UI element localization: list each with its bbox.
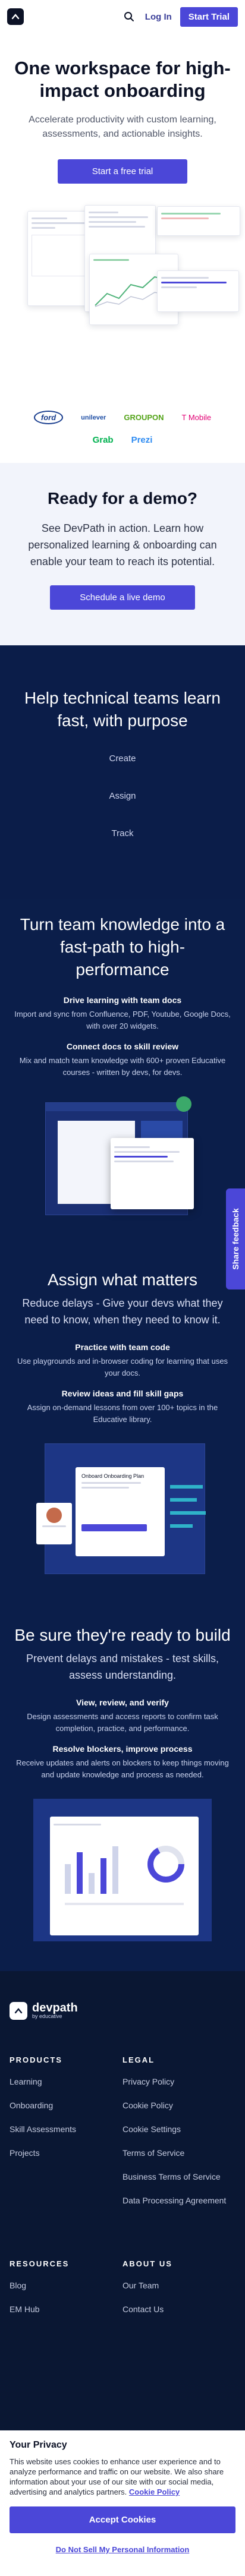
- do-not-sell-link[interactable]: Do Not Sell My Personal Information: [10, 2545, 235, 2554]
- assign-screenshot: Onboard Onboarding Plan: [36, 1443, 209, 1580]
- feature-text: Import and sync from Confluence, PDF, Yo…: [14, 1010, 231, 1030]
- reports-screenshot: [33, 1799, 212, 1947]
- tmobile-logo: T Mobile: [181, 413, 212, 422]
- footer-link-learning[interactable]: Learning: [10, 2075, 105, 2088]
- assign-subtitle: Reduce delays - Give your devs what they…: [22, 1297, 223, 1326]
- footer-link-terms[interactable]: Terms of Service: [122, 2146, 230, 2159]
- share-feedback-label: Share feedback: [231, 1208, 240, 1270]
- help-title: Help technical teams learn fast, with pu…: [24, 689, 221, 730]
- skill-bars: [170, 1485, 206, 1528]
- footer-link-onboarding[interactable]: Onboarding: [10, 2099, 105, 2112]
- footer-link-projects[interactable]: Projects: [10, 2146, 105, 2159]
- cookie-title: Your Privacy: [10, 2440, 67, 2450]
- ford-logo: ford: [33, 411, 64, 424]
- prezi-logo: Prezi: [131, 435, 153, 445]
- devpath-logo-icon: [10, 2002, 27, 2020]
- schedule-demo-button[interactable]: Schedule a live demo: [50, 585, 195, 610]
- track-section: Be sure they're ready to build Prevent d…: [0, 1598, 245, 1971]
- customer-logos: ford unilever GROUPON T Mobile Grab Prez…: [0, 389, 245, 463]
- feature-text: Receive updates and alerts on blockers t…: [16, 1758, 229, 1779]
- footer-columns: PRODUCTS Learning Onboarding Skill Asses…: [10, 2055, 235, 2218]
- footer-logo[interactable]: devpath by educative: [10, 2002, 235, 2020]
- help-teams-section: Help technical teams learn fast, with pu…: [0, 645, 245, 899]
- footer-columns: RESOURCES Blog EM Hub ABOUT US Our Team …: [10, 2259, 235, 2326]
- footer-link-privacy[interactable]: Privacy Policy: [122, 2075, 230, 2088]
- about-column: ABOUT US Our Team Contact Us: [122, 2259, 235, 2326]
- unilever-logo: unilever: [81, 414, 106, 421]
- feature-text: Use playgrounds and in-browser coding fo…: [17, 1357, 228, 1377]
- feature-heading: Connect docs to skill review: [66, 1042, 179, 1051]
- products-heading: PRODUCTS: [10, 2055, 62, 2064]
- search-icon[interactable]: [120, 8, 138, 26]
- hero-illustration: [19, 199, 240, 377]
- site-header: Log In Start Trial: [0, 0, 245, 33]
- resources-heading: RESOURCES: [10, 2259, 70, 2268]
- assign-button: [81, 1524, 147, 1531]
- site-footer: devpath by educative PRODUCTS Learning O…: [0, 1971, 245, 2439]
- ready-title: Be sure they're ready to build: [14, 1626, 231, 1644]
- assign-title: Assign what matters: [47, 1270, 198, 1289]
- demo-title: Ready for a demo?: [47, 489, 198, 507]
- footer-link-em-hub[interactable]: EM Hub: [10, 2303, 105, 2316]
- footer-link-dpa[interactable]: Data Processing Agreement: [122, 2194, 230, 2207]
- about-heading: ABOUT US: [122, 2259, 172, 2268]
- feature-heading: View, review, and verify: [76, 1698, 169, 1707]
- feature-tabs: Create Assign Track: [14, 753, 231, 838]
- report-chart-icon: [65, 1846, 184, 1905]
- hero-subtitle: Accelerate productivity with custom lear…: [29, 115, 216, 139]
- resources-column: RESOURCES Blog EM Hub: [10, 2259, 122, 2326]
- avatar: [46, 1508, 62, 1523]
- footer-link-contact[interactable]: Contact Us: [122, 2303, 230, 2316]
- footer-link-cookie-policy[interactable]: Cookie Policy: [122, 2099, 230, 2112]
- share-feedback-tab[interactable]: Share feedback: [226, 1188, 245, 1289]
- feature-heading: Resolve blockers, improve process: [52, 1744, 193, 1754]
- footer-brand: devpath: [32, 2001, 78, 2014]
- footer-link-cookie-settings[interactable]: Cookie Settings: [122, 2123, 230, 2136]
- assign-section: Assign what matters Reduce delays - Give…: [0, 1251, 245, 1598]
- feature-text: Mix and match team knowledge with 600+ p…: [19, 1056, 226, 1077]
- profile-card: [36, 1503, 72, 1544]
- products-column: PRODUCTS Learning Onboarding Skill Asses…: [10, 2055, 122, 2218]
- logo-chevron-icon: [11, 14, 20, 20]
- grab-logo: Grab: [92, 435, 114, 445]
- devpath-logo[interactable]: [7, 8, 24, 25]
- onboarding-plan-card: Onboard Onboarding Plan: [76, 1467, 165, 1556]
- hero-title: One workspace for high-impact onboarding: [14, 58, 231, 101]
- tab-create[interactable]: Create: [14, 753, 231, 764]
- report-card: [50, 1817, 199, 1935]
- feature-heading: Drive learning with team docs: [63, 995, 182, 1005]
- feature-text: Assign on-demand lessons from over 100+ …: [27, 1403, 218, 1424]
- docs-popup: [111, 1138, 194, 1209]
- start-trial-button[interactable]: Start Trial: [180, 7, 238, 27]
- legal-heading: LEGAL: [122, 2055, 155, 2064]
- create-title: Turn team knowledge into a fast-path to …: [20, 915, 225, 979]
- demo-text: See DevPath in action. Learn how persona…: [28, 522, 217, 567]
- progress-card: [157, 270, 239, 312]
- footer-link-our-team[interactable]: Our Team: [122, 2279, 230, 2292]
- login-link[interactable]: Log In: [145, 12, 172, 22]
- ready-subtitle: Prevent delays and mistakes - test skill…: [26, 1653, 219, 1681]
- hero-section: One workspace for high-impact onboarding…: [0, 33, 245, 389]
- accept-cookies-button[interactable]: Accept Cookies: [10, 2506, 235, 2533]
- cookie-policy-link[interactable]: Cookie Policy: [129, 2487, 180, 2496]
- tab-assign[interactable]: Assign: [14, 791, 231, 801]
- feature-heading: Practice with team code: [75, 1342, 170, 1352]
- feature-text: Design assessments and access reports to…: [27, 1712, 218, 1733]
- footer-link-skill-assessments[interactable]: Skill Assessments: [10, 2123, 105, 2136]
- footer-link-blog[interactable]: Blog: [10, 2279, 105, 2292]
- docs-screenshot: [45, 1096, 200, 1233]
- feature-heading: Review ideas and fill skill gaps: [61, 1389, 184, 1398]
- avatar: [176, 1096, 191, 1112]
- create-section: Turn team knowledge into a fast-path to …: [0, 899, 245, 1251]
- legal-column: LEGAL Privacy Policy Cookie Policy Cooki…: [122, 2055, 235, 2218]
- footer-link-business-terms[interactable]: Business Terms of Service: [122, 2170, 230, 2183]
- notification-card: [157, 206, 240, 236]
- free-trial-button[interactable]: Start a free trial: [57, 159, 188, 184]
- cookie-text: This website uses cookies to enhance use…: [10, 2457, 224, 2496]
- groupon-logo: GROUPON: [124, 413, 164, 422]
- cookie-banner: Your Privacy This website uses cookies t…: [0, 2430, 245, 2576]
- demo-section: Ready for a demo? See DevPath in action.…: [0, 463, 245, 645]
- tab-track[interactable]: Track: [14, 828, 231, 838]
- plan-title: Onboard Onboarding Plan: [81, 1473, 145, 1479]
